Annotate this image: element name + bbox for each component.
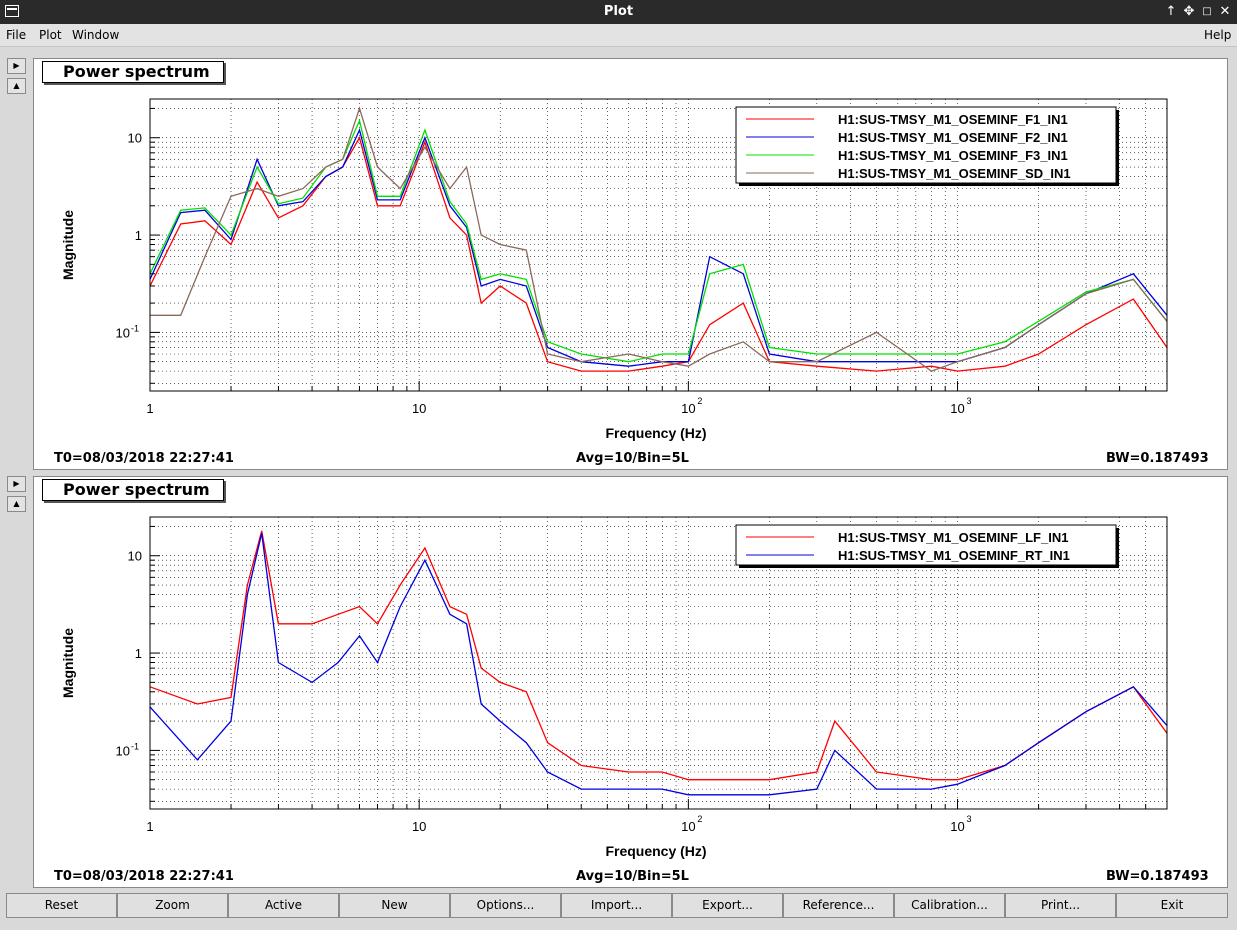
chart2-x-tick-exponent: 2 [697, 814, 702, 824]
panel1-title: Power spectrum [42, 61, 224, 83]
panel2-title: Power spectrum [42, 479, 224, 501]
chart1-x-tick-label: 1 [146, 401, 153, 416]
menu-bar: File Plot Window Help [0, 24, 1237, 47]
panel2-collapse-up-button[interactable]: ▲ [7, 496, 26, 512]
restore-icon[interactable]: □ [1199, 3, 1215, 20]
title-bar: Plot ↑ ✥ □ ✕ [0, 0, 1237, 24]
plot-panel-2[interactable]: 1 10 10 2 10 3 10 1 10 -1 Frequency (Hz) Magnitude H… [33, 476, 1228, 888]
zoom-button[interactable]: Zoom [117, 893, 228, 918]
chart2-series-1-line [149, 530, 1168, 781]
panel2-status-t0: T0=08/03/2018 22:27:41 [54, 869, 234, 884]
chart1-legend-label: H1:SUS-TMSY_M1_OSEMINF_F1_IN1 [838, 112, 1068, 127]
chart2-y-tick-label: 10 [116, 743, 130, 758]
panel1-status-t0: T0=08/03/2018 22:27:41 [54, 451, 234, 466]
chart1-x-tick-label: 10 [412, 401, 426, 416]
chart2-y-axis-label: Magnitude [60, 628, 76, 698]
active-button[interactable]: Active [228, 893, 339, 918]
new-button[interactable]: New [339, 893, 450, 918]
calibration-button[interactable]: Calibration... [894, 893, 1005, 918]
maximize-icon[interactable]: ↑ [1163, 3, 1179, 20]
chart1-x-tick-exponent: 3 [967, 396, 972, 406]
chart2-x-tick-label: 1 [146, 819, 153, 834]
chart1-y-tick-label: 10 [128, 131, 142, 146]
options-button[interactable]: Options... [450, 893, 561, 918]
panel1-status-avg: Avg=10/Bin=5L [576, 451, 689, 466]
chart1-x-tick-label: 10 [950, 401, 964, 416]
chart2-legend-label: H1:SUS-TMSY_M1_OSEMINF_LF_IN1 [838, 530, 1068, 545]
chart1-x-tick-exponent: 2 [697, 396, 702, 406]
window-title: Plot [603, 4, 634, 19]
chart2-y-tick-label: 10 [128, 549, 142, 564]
fullscreen-icon[interactable]: ✥ [1181, 3, 1197, 20]
chart1-y-tick-exponent: -1 [131, 323, 139, 333]
panel1-status-bw: BW=0.187493 [1106, 451, 1209, 466]
chart2-x-tick-label: 10 [681, 819, 695, 834]
plot-panel-1[interactable]: 1 10 10 2 10 3 10 1 10 -1 Frequency (Hz) Magnitude H… [33, 58, 1228, 470]
print-button[interactable]: Print... [1005, 893, 1116, 918]
bottom-toolbar: Reset Zoom Active New Options... Import.… [6, 893, 1228, 918]
chart2-x-tick-label: 10 [950, 819, 964, 834]
plot-canvas-1[interactable]: 1 10 10 2 10 310110 -1Frequency (Hz)MagnitudeH… [34, 59, 1229, 471]
reset-button[interactable]: Reset [6, 893, 117, 918]
close-icon[interactable]: ✕ [1217, 3, 1233, 20]
chart1-x-tick-label: 10 [681, 401, 695, 416]
reference-button[interactable]: Reference... [783, 893, 894, 918]
chart1-y-axis-label: Magnitude [60, 210, 76, 280]
chart1-legend-label: H1:SUS-TMSY_M1_OSEMINF_F2_IN1 [838, 130, 1068, 145]
menu-help[interactable]: Help [1204, 28, 1231, 42]
chart2-x-tick-exponent: 3 [967, 814, 972, 824]
chart1-legend-label: H1:SUS-TMSY_M1_OSEMINF_F3_IN1 [838, 148, 1068, 163]
menu-plot[interactable]: Plot [39, 28, 62, 42]
panel1-collapse-up-button[interactable]: ▲ [7, 78, 26, 94]
plot-canvas-2[interactable]: 1 10 10 2 10 310110 -1Frequency (Hz)MagnitudeH… [34, 477, 1229, 889]
menu-window[interactable]: Window [72, 28, 119, 42]
chart2-legend-label: H1:SUS-TMSY_M1_OSEMINF_RT_IN1 [838, 548, 1070, 563]
chart2-x-tick-label: 10 [412, 819, 426, 834]
chart1-legend-label: H1:SUS-TMSY_M1_OSEMINF_SD_IN1 [838, 166, 1071, 181]
chart2-y-tick-label: 1 [135, 646, 142, 661]
chart1-y-tick-label: 10 [116, 325, 130, 340]
panel1-expand-right-button[interactable]: ▶ [7, 58, 26, 74]
chart1-y-tick-label: 1 [135, 228, 142, 243]
exit-button[interactable]: Exit [1116, 893, 1228, 918]
panel2-expand-right-button[interactable]: ▶ [7, 476, 26, 492]
menu-file[interactable]: File [6, 28, 26, 42]
export-button[interactable]: Export... [672, 893, 783, 918]
panel2-status-bw: BW=0.187493 [1106, 869, 1209, 884]
chart2-series-2-line [149, 533, 1168, 796]
chart2-y-tick-exponent: -1 [131, 741, 139, 751]
import-button[interactable]: Import... [561, 893, 672, 918]
chart2-x-axis-label: Frequency (Hz) [605, 843, 706, 859]
chart1-x-axis-label: Frequency (Hz) [605, 425, 706, 441]
panel2-status-avg: Avg=10/Bin=5L [576, 869, 689, 884]
